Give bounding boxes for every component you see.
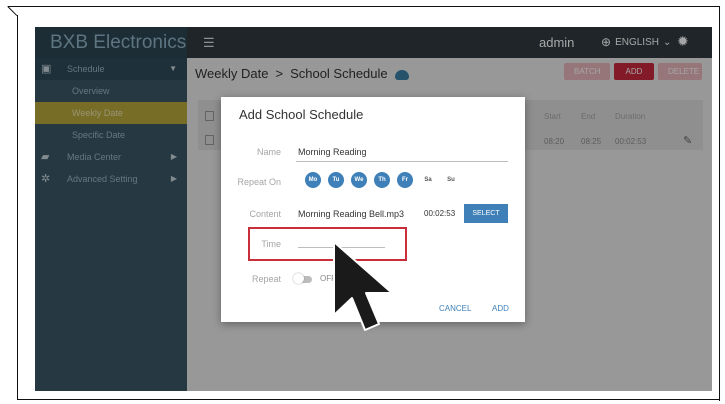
day-toggle-sa[interactable]: Sa [420,172,436,188]
frame-bottom-edge [17,399,720,400]
repeat-days: Mo Tu We Th Fr Sa Su [305,172,459,188]
add-confirm-button[interactable]: ADD [492,304,509,313]
day-toggle-we[interactable]: We [351,172,367,188]
name-value: Morning Reading [298,147,367,157]
content-duration: 00:02:53 [424,209,456,218]
frame-right-edge [719,6,720,401]
repeat-on-label: Repeat On [237,177,281,187]
time-label: Time [261,239,281,249]
name-label: Name [256,147,281,157]
content-label: Content [249,209,281,219]
day-toggle-su[interactable]: Su [443,172,459,188]
frame-left-edge [17,15,18,400]
content-file-name: Morning Reading Bell.mp3 [298,209,405,219]
day-toggle-th[interactable]: Th [374,172,390,188]
day-toggle-mo[interactable]: Mo [305,172,321,188]
repeat-label: Repeat [251,274,281,284]
day-toggle-fr[interactable]: Fr [397,172,413,188]
frame-corner [7,6,18,16]
dialog-title: Add School Schedule [239,107,364,122]
frame-top-edge [8,6,720,7]
app-window: BXB Electronics ▣ Schedule ▼ Overview We… [35,27,712,391]
mouse-pointer-icon [333,241,393,331]
repeat-toggle-knob[interactable] [293,273,304,284]
cancel-button[interactable]: CANCEL [439,304,471,313]
day-toggle-tu[interactable]: Tu [328,172,344,188]
select-content-button[interactable]: SELECT [464,204,508,223]
